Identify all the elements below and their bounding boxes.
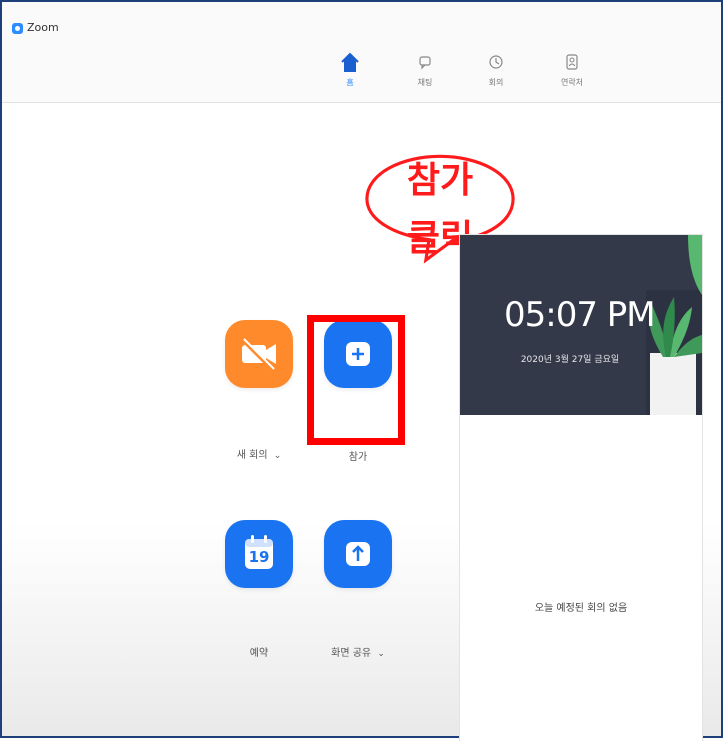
calendar-day: 19 (248, 548, 270, 566)
chevron-down-icon[interactable]: ⌄ (274, 451, 282, 461)
schedule-label: 예약 (249, 648, 269, 659)
top-nav: 홈 채팅 회의 연락처 (2, 40, 721, 103)
zoom-window: Zoom 홈 채팅 회의 연락처 참가 클릭 새 회의 ⌄ 참가 19 예약 화… (0, 0, 723, 741)
share-screen-label-text: 화면 공유 (331, 648, 372, 659)
title-bar: Zoom (2, 2, 721, 41)
tab-meetings[interactable]: 회의 (466, 50, 526, 88)
new-meeting-label: 새 회의 ⌄ (209, 446, 309, 461)
contacts-icon (542, 50, 602, 74)
clock-panel: 05:07 PM 2020년 3월 27일 금요일 (460, 235, 702, 415)
clock-time: 05:07 PM (504, 295, 656, 335)
video-off-icon (241, 338, 276, 372)
tab-meetings-label: 회의 (488, 78, 504, 87)
new-meeting-label-text: 새 회의 (236, 450, 268, 461)
window-title: Zoom (27, 21, 59, 34)
join-label: 참가 (348, 452, 368, 463)
tab-home-label: 홈 (346, 78, 354, 87)
new-meeting-button[interactable] (225, 320, 293, 388)
tab-home[interactable]: 홈 (320, 50, 380, 88)
clock-date: 2020년 3월 27일 금요일 (520, 355, 620, 365)
tab-chat-label: 채팅 (417, 78, 433, 87)
home-icon (320, 50, 380, 74)
callout-line-1: 참가 (406, 160, 474, 201)
tab-contacts-label: 연락처 (560, 78, 584, 87)
tab-contacts[interactable]: 연락처 (542, 50, 602, 88)
chat-icon (395, 50, 455, 74)
share-screen-label: 화면 공유 ⌄ (308, 644, 408, 659)
schedule-button[interactable]: 19 (225, 520, 293, 588)
share-screen-button[interactable] (324, 520, 392, 588)
chevron-down-icon[interactable]: ⌄ (377, 649, 385, 659)
join-highlight-box (307, 315, 405, 445)
upcoming-meetings-card: 05:07 PM 2020년 3월 27일 금요일 오늘 예정된 회의 없음 (459, 234, 703, 741)
no-meetings-message: 오늘 예정된 회의 없음 (534, 603, 628, 614)
zoom-logo-icon (12, 23, 23, 34)
clock-icon (466, 50, 526, 74)
share-up-arrow-icon (346, 542, 370, 566)
tab-chat[interactable]: 채팅 (395, 50, 455, 88)
